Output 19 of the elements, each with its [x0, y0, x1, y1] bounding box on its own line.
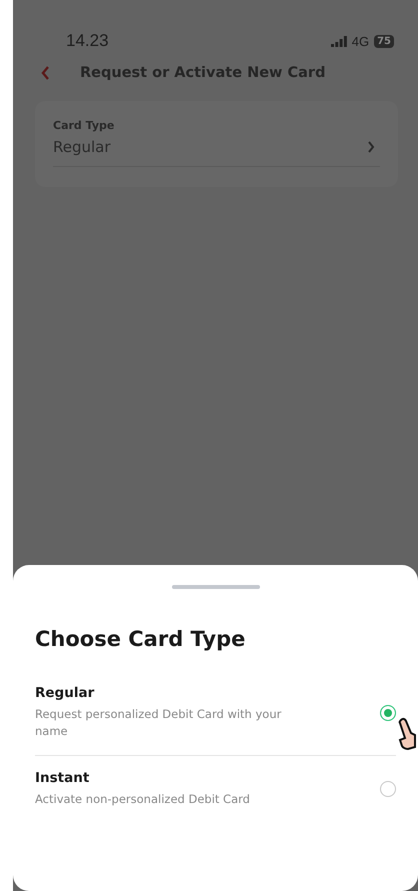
option-description: Activate non-personalized Debit Card	[35, 790, 250, 808]
status-time: 14.23	[66, 31, 109, 51]
signal-icon	[330, 36, 347, 46]
option-title: Regular	[35, 685, 96, 701]
page-title: Request or Activate New Card	[80, 65, 326, 81]
option-description: Request personalized Debit Card with your name	[35, 706, 282, 740]
sheet-title: Choose Card Type	[35, 627, 246, 651]
option-row[interactable]: Instant Activate non-personalized Debit Card	[35, 754, 396, 822]
option-title: Instant	[35, 770, 90, 786]
radio-button[interactable]	[380, 704, 396, 721]
chevron-icon	[367, 141, 375, 153]
drag-handle[interactable]	[172, 585, 260, 589]
back-button[interactable]	[41, 66, 50, 80]
radio-button[interactable]	[380, 780, 396, 797]
network-type: 4G	[352, 34, 370, 48]
hand-pointer-icon	[398, 717, 418, 751]
battery-level: 75	[374, 34, 394, 48]
field-label: Card Type	[53, 119, 116, 132]
option-row[interactable]: Regular Request personalized Debit Card with your name	[35, 671, 396, 754]
